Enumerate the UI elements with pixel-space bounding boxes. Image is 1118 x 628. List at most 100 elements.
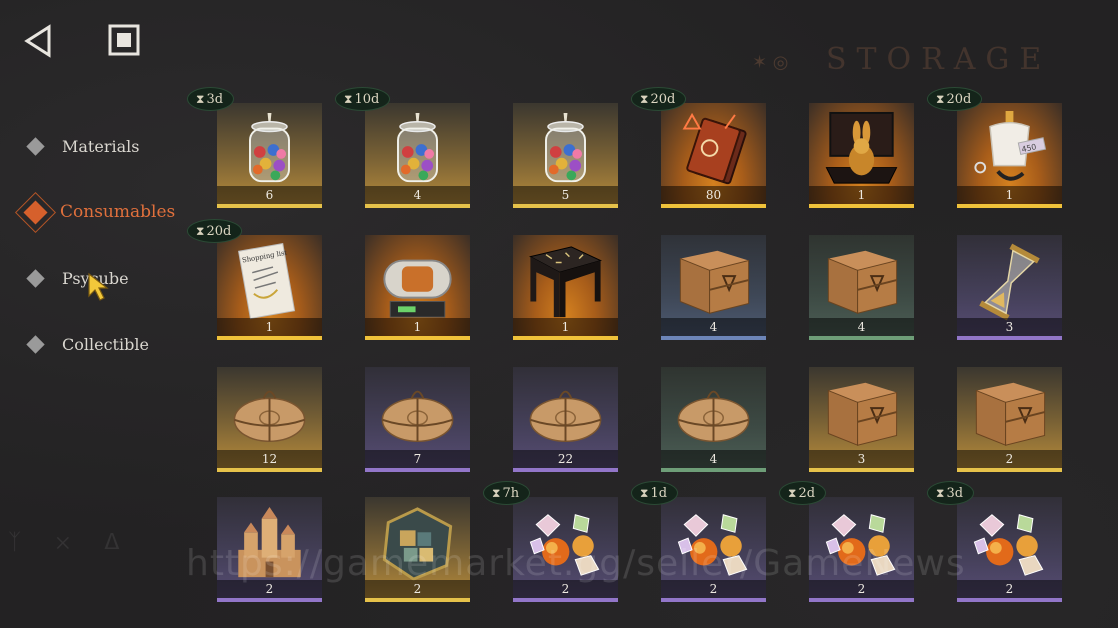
parcel-icon: [229, 375, 310, 453]
item-slot-candies[interactable]: 2 ⧗ 2d: [779, 481, 914, 602]
item-count: 1: [513, 318, 618, 336]
expiry-timer-value: 20d: [650, 92, 676, 107]
sidebar-item-label: Consumables: [60, 202, 176, 222]
item-slot-wooden-crate[interactable]: 2: [957, 367, 1062, 472]
hourglass-icon: ⧗: [788, 486, 797, 500]
diamond-icon: [14, 191, 57, 233]
wooden-crate-icon: [821, 243, 902, 321]
hourglass-icon: ⧗: [936, 486, 945, 500]
item-slot-candy-jar[interactable]: 5: [513, 103, 618, 208]
candy-jar-icon: [229, 111, 310, 189]
item-slot-shopping-list-ticket[interactable]: Shopping list 1 ⧗ 20d: [187, 219, 322, 340]
item-count: 6: [217, 186, 322, 204]
hourglass-icon: ⧗: [640, 486, 649, 500]
expiry-timer-value: 3d: [206, 92, 224, 107]
parcel-icon: [525, 375, 606, 453]
diamond-icon: [26, 136, 45, 156]
page-title: STORAGE: [826, 42, 1052, 77]
item-slot-parcel[interactable]: 4: [661, 367, 766, 472]
sidebar-item-label: Materials: [62, 136, 140, 156]
item-slot-parcel[interactable]: 22: [513, 367, 618, 472]
item-slot-candies[interactable]: 2 ⧗ 1d: [631, 481, 766, 602]
candies-icon: [673, 505, 754, 583]
expiry-timer-value: 20d: [946, 92, 972, 107]
item-slot-hourglass[interactable]: 3: [957, 235, 1062, 340]
candies-icon: [821, 505, 902, 583]
expiry-timer-badge: ⧗ 20d: [927, 87, 983, 111]
item-slot-parcel[interactable]: 7: [365, 367, 470, 472]
item-slot-wooden-crate[interactable]: 4: [661, 235, 766, 340]
item-count: 4: [661, 450, 766, 468]
expiry-timer-value: 20d: [206, 224, 232, 239]
hourglass-icon: ⧗: [492, 486, 501, 500]
title-ornament-icon: ✶ ◎: [752, 52, 789, 73]
expiry-timer-badge: ⧗ 20d: [631, 87, 687, 111]
item-count: 12: [217, 450, 322, 468]
stop-square-icon: [108, 24, 140, 56]
item-slot-candies[interactable]: 2 ⧗ 7h: [483, 481, 618, 602]
item-count: 7: [365, 450, 470, 468]
sidebar-item-consumables[interactable]: Consumables: [0, 191, 200, 233]
hourglass-icon: [969, 243, 1050, 321]
hourglass-icon: ⧗: [196, 224, 205, 238]
diamond-icon: [26, 334, 45, 354]
golden-rabbit-box-icon: [821, 111, 902, 189]
expiry-timer-value: 2d: [798, 486, 816, 501]
item-count: 2: [365, 580, 470, 598]
item-slot-golden-rabbit-box[interactable]: 1: [809, 103, 914, 208]
item-count: 2: [957, 580, 1062, 598]
shopping-list-ticket-icon: Shopping list: [229, 242, 310, 321]
mouse-cursor-icon: [88, 272, 109, 301]
diamond-icon: [26, 268, 45, 288]
wooden-crate-icon: [673, 243, 754, 321]
tailor-mannequin-icon: 450: [969, 111, 1050, 189]
hexagon-puzzle-icon: [377, 505, 458, 583]
candies-icon: [969, 505, 1050, 583]
svg-text:450: 450: [1021, 142, 1037, 154]
item-slot-candies[interactable]: 2 ⧗ 3d: [927, 481, 1062, 602]
item-count: 2: [957, 450, 1062, 468]
sidebar-item-materials[interactable]: Materials: [0, 126, 200, 166]
expiry-timer-badge: ⧗ 3d: [187, 87, 235, 111]
candies-icon: [525, 505, 606, 583]
item-count: 2: [809, 580, 914, 598]
parcel-icon: [673, 375, 754, 453]
item-slot-sandcastle[interactable]: 2: [217, 497, 322, 602]
item-slot-rune-table[interactable]: 1: [513, 235, 618, 340]
item-slot-rune-book[interactable]: 80 ⧗ 20d: [631, 87, 766, 208]
item-count: 1: [957, 186, 1062, 204]
item-slot-wooden-crate[interactable]: 4: [809, 235, 914, 340]
parcel-icon: [377, 375, 458, 453]
stop-button[interactable]: [106, 22, 144, 60]
expiry-timer-value: 3d: [946, 486, 964, 501]
item-count: 2: [217, 580, 322, 598]
hourglass-icon: ⧗: [196, 92, 205, 106]
item-slot-candy-jar[interactable]: 4 ⧗ 10d: [335, 87, 470, 208]
item-count: 22: [513, 450, 618, 468]
rune-book-icon: [673, 111, 754, 189]
candy-jar-icon: [525, 111, 606, 189]
item-slot-wooden-crate[interactable]: 3: [809, 367, 914, 472]
wooden-crate-icon: [969, 375, 1050, 453]
item-count: 3: [957, 318, 1062, 336]
item-slot-hexagon-puzzle[interactable]: 2: [365, 497, 470, 602]
rune-table-icon: [525, 243, 606, 321]
item-slot-parcel[interactable]: 12: [217, 367, 322, 472]
hourglass-icon: ⧗: [344, 92, 353, 106]
item-count: 4: [365, 186, 470, 204]
expiry-timer-value: 1d: [650, 486, 668, 501]
expiry-timer-badge: ⧗ 20d: [187, 219, 243, 243]
back-button[interactable]: [22, 22, 60, 60]
sidebar-item-collectible[interactable]: Collectible: [0, 324, 200, 364]
background-decoration: ᛉ ✕ ᐃ: [8, 530, 134, 555]
sidebar-item-label: Collectible: [62, 334, 149, 354]
item-slot-candy-jar[interactable]: 6 ⧗ 3d: [187, 87, 322, 208]
item-slot-tailor-mannequin[interactable]: 450 1 ⧗ 20d: [927, 87, 1062, 208]
expiry-timer-badge: ⧗ 2d: [779, 481, 827, 505]
item-count: 3: [809, 450, 914, 468]
item-slot-capsule-machine[interactable]: 1: [365, 235, 470, 340]
item-count: 4: [661, 318, 766, 336]
wooden-crate-icon: [821, 375, 902, 453]
expiry-timer-value: 10d: [354, 92, 380, 107]
hourglass-icon: ⧗: [640, 92, 649, 106]
